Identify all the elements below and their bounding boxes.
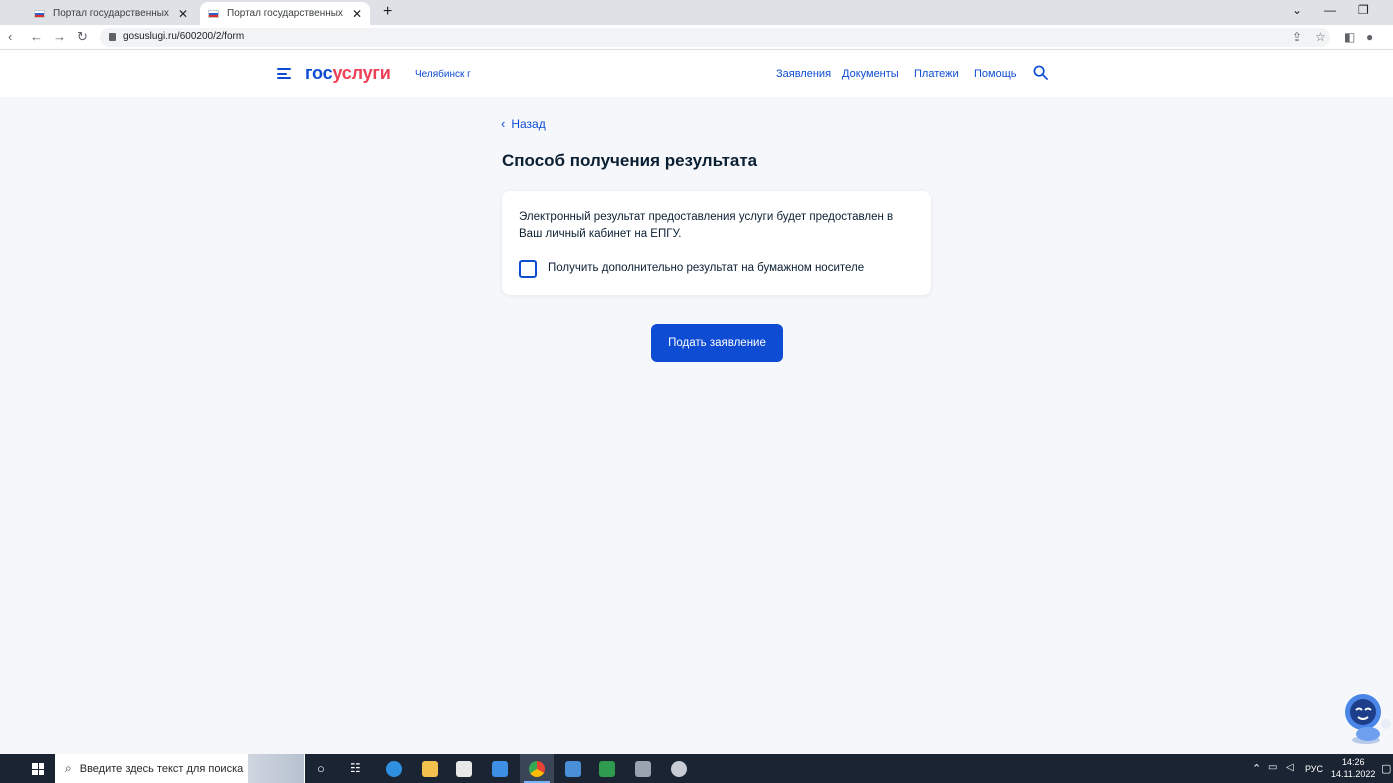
reload-icon[interactable]: ↻ [77,29,88,45]
app-icon-2[interactable] [635,761,651,777]
site-header: госуслуги Челябинск г Заявления Документ… [0,50,1393,97]
sidebar-toggle-icon[interactable]: ‹ [8,29,12,44]
share-icon[interactable]: ⇪ [1292,30,1302,44]
back-link[interactable]: ‹ Назад [501,116,546,131]
lock-icon [109,33,116,41]
windows-start-icon[interactable] [32,763,44,775]
page-title: Способ получения результата [502,151,758,170]
gosuslugi-logo[interactable]: госуслуги [305,63,391,84]
close-tab-icon[interactable]: ✕ [178,7,188,21]
paper-result-checkbox[interactable] [519,260,537,278]
paper-result-label[interactable]: Получить дополнительно результат на бума… [548,262,864,274]
new-tab-button[interactable]: + [383,3,392,21]
excel-icon[interactable] [599,761,615,777]
browser-toolbar: ‹ ← → ↻ gosuslugi.ru/600200/2/form ⇪ ☆ ◧… [0,25,1393,50]
forward-arrow-icon[interactable]: → [53,29,66,44]
chrome-icon[interactable] [529,761,545,777]
profile-icon[interactable]: ● [1366,30,1373,44]
address-bar[interactable]: gosuslugi.ru/600200/2/form [100,28,1330,47]
minimize-icon[interactable]: — [1324,3,1336,17]
file-explorer-icon[interactable] [422,761,438,777]
volume-icon[interactable]: ◁ [1286,762,1294,773]
tab-search-icon[interactable]: ⌄ [1292,3,1302,17]
cortana-icon[interactable]: ○ [317,761,325,776]
chevron-left-icon: ‹ [501,116,506,131]
url-text: gosuslugi.ru/600200/2/form [123,31,245,42]
notifications-icon[interactable]: ▢ [1381,762,1391,775]
assistant-robot-icon[interactable] [1338,690,1393,745]
network-icon[interactable]: ▭ [1268,762,1277,773]
logo-part-1: гос [305,63,333,83]
app-icon-3[interactable] [671,761,687,777]
menu-icon[interactable] [277,68,291,79]
browser-tab-1[interactable]: Портал государственных услуг ✕ [26,2,196,25]
close-tab-icon[interactable]: ✕ [352,7,362,21]
search-icon: ⌕ [65,761,72,775]
windows-taskbar: ⌕ Введите здесь текст для поиска ○ ☷ ⌃ ▭… [0,754,1393,783]
browser-tabstrip: Портал государственных услуг ✕ Портал го… [0,0,1393,25]
browser-tab-2[interactable]: Портал государственных услуг ✕ [200,2,370,25]
tray-chevron-icon[interactable]: ⌃ [1252,762,1261,775]
search-highlight-image [248,754,304,783]
tab-title: Портал государственных услуг [227,8,346,19]
tab-title: Портал государственных услуг [53,8,172,19]
nav-payments[interactable]: Платежи [914,68,959,80]
russia-flag-icon [208,9,219,18]
side-panel-icon[interactable]: ◧ [1344,30,1355,44]
back-arrow-icon[interactable]: ← [30,29,43,44]
restore-icon[interactable]: ❐ [1358,3,1369,17]
clock-date[interactable]: 14.11.2022 [1331,769,1375,779]
app-icon-1[interactable] [565,761,581,777]
mail-icon[interactable] [492,761,508,777]
nav-documents[interactable]: Документы [842,68,899,80]
city-selector[interactable]: Челябинск г [415,69,471,80]
russia-flag-icon [34,9,45,18]
search-icon[interactable] [1033,65,1048,80]
submit-application-button[interactable]: Подать заявление [651,324,783,362]
store-icon[interactable] [456,761,472,777]
nav-applications[interactable]: Заявления [776,68,831,80]
language-indicator[interactable]: РУС [1305,764,1323,774]
back-label: Назад [511,116,546,131]
clock-time[interactable]: 14:26 [1342,757,1365,767]
task-view-icon[interactable]: ☷ [350,761,361,775]
result-method-card: Электронный результат предоставления усл… [502,191,931,295]
edge-icon[interactable] [386,761,402,777]
logo-part-2: услуги [332,63,391,83]
nav-help[interactable]: Помощь [974,68,1017,80]
info-text: Электронный результат предоставления усл… [519,211,894,240]
taskbar-search-placeholder: Введите здесь текст для поиска [79,762,244,775]
bookmark-star-icon[interactable]: ☆ [1315,30,1326,44]
